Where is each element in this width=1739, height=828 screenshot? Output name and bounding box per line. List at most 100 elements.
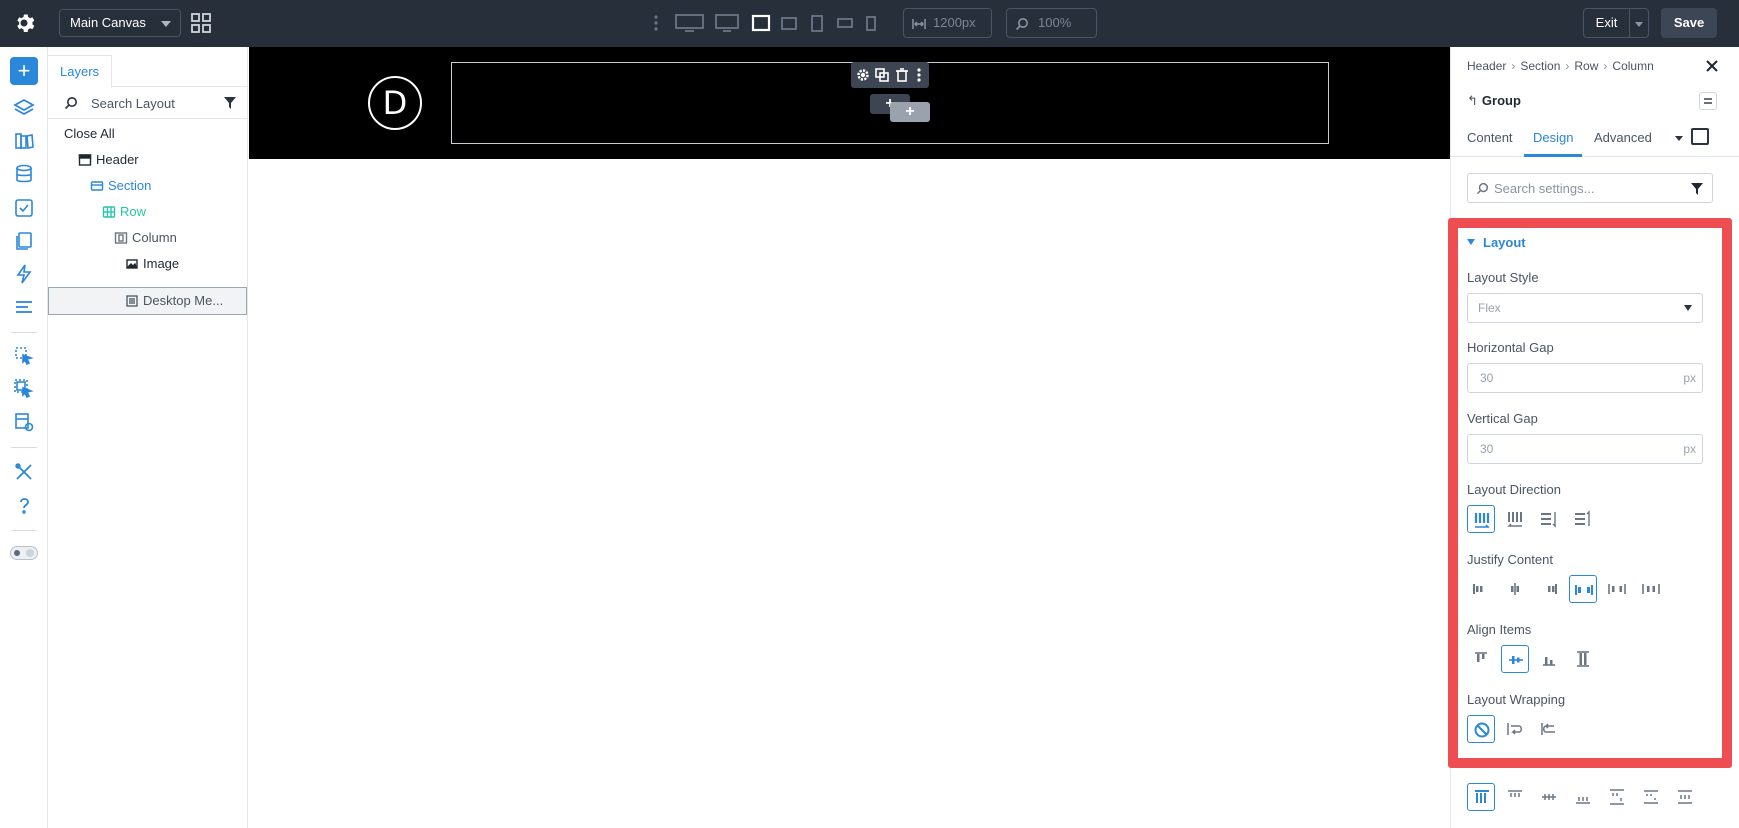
phone-landscape-icon[interactable] (837, 12, 853, 34)
gear-icon[interactable] (12, 11, 36, 35)
chevron-right-icon: › (1565, 59, 1570, 73)
canvas-select[interactable]: Main Canvas (59, 9, 181, 37)
laptop-icon[interactable] (751, 12, 771, 34)
widescreen-icon[interactable] (675, 12, 704, 34)
canvas-width-input[interactable]: 1200px (903, 8, 992, 38)
forms-icon[interactable] (13, 197, 35, 219)
builder-canvas[interactable]: D + + (249, 47, 1450, 828)
template-settings-icon[interactable] (13, 411, 35, 433)
breadcrumb-item[interactable]: Section (1520, 59, 1560, 73)
rail-divider (11, 332, 37, 333)
align-content-option-icon (1576, 797, 1590, 804)
pages-icon[interactable] (13, 230, 35, 252)
chevron-right-icon: › (1511, 59, 1516, 73)
settings-panel: Header › Section › Row › Column ↰ Group Content… (1448, 47, 1739, 828)
site-logo[interactable]: D (368, 76, 422, 130)
save-button[interactable]: Save (1661, 8, 1717, 38)
chevron-down-icon[interactable] (1675, 136, 1683, 141)
breadcrumb-item[interactable]: Header (1467, 59, 1506, 73)
align-content-option-button[interactable] (1671, 783, 1699, 811)
align-content-option-button[interactable] (1535, 783, 1563, 811)
chevron-right-icon: › (1603, 59, 1608, 73)
tools-icon[interactable] (13, 461, 35, 483)
trash-icon[interactable] (894, 67, 910, 83)
chevron-down-icon (161, 21, 171, 27)
filter-icon[interactable] (1691, 183, 1703, 195)
tablet-landscape-icon[interactable] (781, 12, 797, 34)
column-icon (114, 232, 128, 244)
presets-icon[interactable] (13, 296, 35, 318)
phone-icon[interactable] (866, 12, 876, 34)
tree-item-label: Column (132, 230, 177, 245)
tree-item-label: Row (120, 204, 147, 219)
align-content-option-button[interactable] (1501, 783, 1529, 811)
search-icon (1476, 182, 1489, 195)
align-content-option-button[interactable] (1603, 783, 1631, 811)
layers-panel: Layers Search Layout Close All Header Se… (48, 47, 248, 828)
database-icon[interactable] (13, 163, 35, 185)
image-icon (126, 259, 138, 269)
tree-item-label: Desktop Me... (143, 293, 224, 308)
highlight-annotation (1448, 218, 1732, 768)
rail-divider (11, 447, 37, 448)
align-content-start-button[interactable] (1467, 783, 1495, 811)
group-label: Group (1481, 93, 1521, 108)
tab-content[interactable]: Content (1467, 119, 1513, 157)
breadcrumb-item[interactable]: Row (1574, 59, 1598, 73)
filter-icon[interactable] (224, 97, 236, 109)
breadcrumb-item[interactable]: Column (1612, 59, 1653, 73)
more-vertical-icon[interactable] (652, 12, 660, 34)
tab-design[interactable]: Design (1524, 119, 1583, 157)
group-settings-icon[interactable] (1699, 92, 1717, 110)
align-content-option-icon (1542, 794, 1556, 800)
grid-icon[interactable] (190, 12, 212, 34)
mode-toggle[interactable] (10, 546, 38, 560)
header-icon (78, 154, 92, 166)
layers-search[interactable]: Search Layout (48, 87, 248, 119)
search-icon (1015, 18, 1028, 31)
row-icon (102, 206, 116, 218)
click-select-icon[interactable] (13, 345, 35, 367)
tree-item-label: Header (96, 152, 139, 167)
tree-item-label: Image (143, 256, 180, 271)
undo-arrow-icon: ↰ (1467, 93, 1478, 108)
square-icon[interactable] (1691, 128, 1709, 145)
tab-layers[interactable]: Layers (48, 55, 112, 88)
align-content-option-icon (1508, 790, 1522, 797)
tree-item-label: Section (108, 178, 152, 193)
canvas-width-value: 1200px (933, 15, 976, 30)
library-icon[interactable] (13, 130, 35, 152)
search-icon (64, 97, 77, 110)
layers-search-placeholder: Search Layout (91, 96, 175, 111)
add-row-button[interactable]: + (890, 102, 930, 122)
desktop-icon[interactable] (715, 12, 739, 34)
align-content-option-button[interactable] (1637, 783, 1665, 811)
group-header[interactable]: ↰ Group (1467, 93, 1521, 109)
duplicate-icon[interactable] (874, 67, 890, 83)
layers-icon[interactable] (13, 97, 35, 119)
close-icon[interactable] (1705, 59, 1719, 73)
lightning-icon[interactable] (13, 263, 35, 285)
breadcrumb: Header › Section › Row › Column (1467, 59, 1654, 73)
align-content-option-button[interactable] (1569, 783, 1597, 811)
settings-search-input[interactable]: Search settings... (1467, 173, 1713, 203)
left-icon-rail: + (0, 47, 48, 828)
more-vertical-icon[interactable] (911, 67, 927, 83)
add-element-button[interactable]: + (10, 57, 38, 85)
align-content-option-icon (1610, 789, 1624, 805)
multi-select-icon[interactable] (13, 378, 35, 400)
top-toolbar: Main Canvas 1200px 100% Exit Save (0, 0, 1739, 47)
zoom-input[interactable]: 100% (1006, 8, 1097, 38)
gear-icon[interactable] (855, 67, 871, 83)
settings-tabs: Content Design Advanced (1451, 119, 1739, 157)
tab-advanced[interactable]: Advanced (1594, 119, 1652, 157)
align-content-option-icon (1678, 790, 1692, 804)
canvas-header-section[interactable]: D + + (249, 47, 1450, 159)
section-icon (90, 181, 104, 191)
align-content-option-icon (1644, 790, 1658, 804)
close-all-button[interactable]: Close All (64, 126, 115, 141)
exit-button[interactable]: Exit (1583, 8, 1630, 38)
tablet-icon[interactable] (811, 12, 823, 34)
exit-options-caret[interactable] (1629, 8, 1649, 38)
help-icon[interactable] (13, 494, 35, 516)
